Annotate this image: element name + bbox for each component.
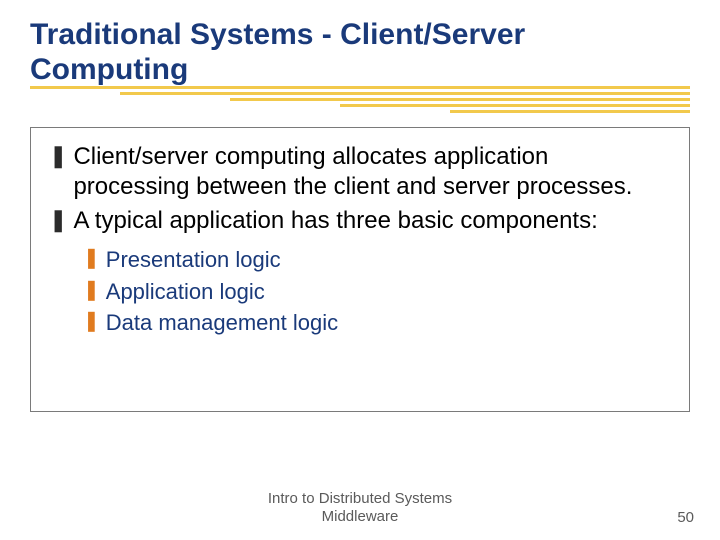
- sub-bullet-mark-icon: ❚: [83, 246, 100, 271]
- content-box: ❚ Client/server computing allocates appl…: [30, 127, 690, 412]
- title-underline-decoration: [30, 86, 690, 118]
- sub-bullet-list: ❚ Presentation logic ❚ Application logic…: [83, 246, 671, 337]
- footer-line-2: Middleware: [268, 508, 452, 526]
- sub-bullet-text: Application logic: [106, 278, 265, 306]
- footer: Intro to Distributed Systems Middleware: [0, 490, 720, 526]
- bullet-mark-icon: ❚: [49, 142, 67, 170]
- sub-bullet-mark-icon: ❚: [83, 309, 100, 334]
- bullet-item: ❚ A typical application has three basic …: [49, 206, 671, 236]
- sub-bullet-item: ❚ Data management logic: [83, 309, 671, 337]
- footer-text: Intro to Distributed Systems Middleware: [268, 490, 452, 526]
- page-number: 50: [677, 509, 694, 526]
- sub-bullet-text: Presentation logic: [106, 246, 281, 274]
- bullet-item: ❚ Client/server computing allocates appl…: [49, 142, 671, 202]
- bullet-text: Client/server computing allocates applic…: [73, 142, 671, 202]
- slide-title: Traditional Systems - Client/Server Comp…: [30, 18, 690, 87]
- sub-bullet-text: Data management logic: [106, 309, 338, 337]
- sub-bullet-item: ❚ Presentation logic: [83, 246, 671, 274]
- bullet-mark-icon: ❚: [49, 206, 67, 234]
- sub-bullet-mark-icon: ❚: [83, 278, 100, 303]
- sub-bullet-item: ❚ Application logic: [83, 278, 671, 306]
- title-area: Traditional Systems - Client/Server Comp…: [0, 0, 720, 95]
- bullet-text: A typical application has three basic co…: [73, 206, 597, 236]
- footer-line-1: Intro to Distributed Systems: [268, 490, 452, 508]
